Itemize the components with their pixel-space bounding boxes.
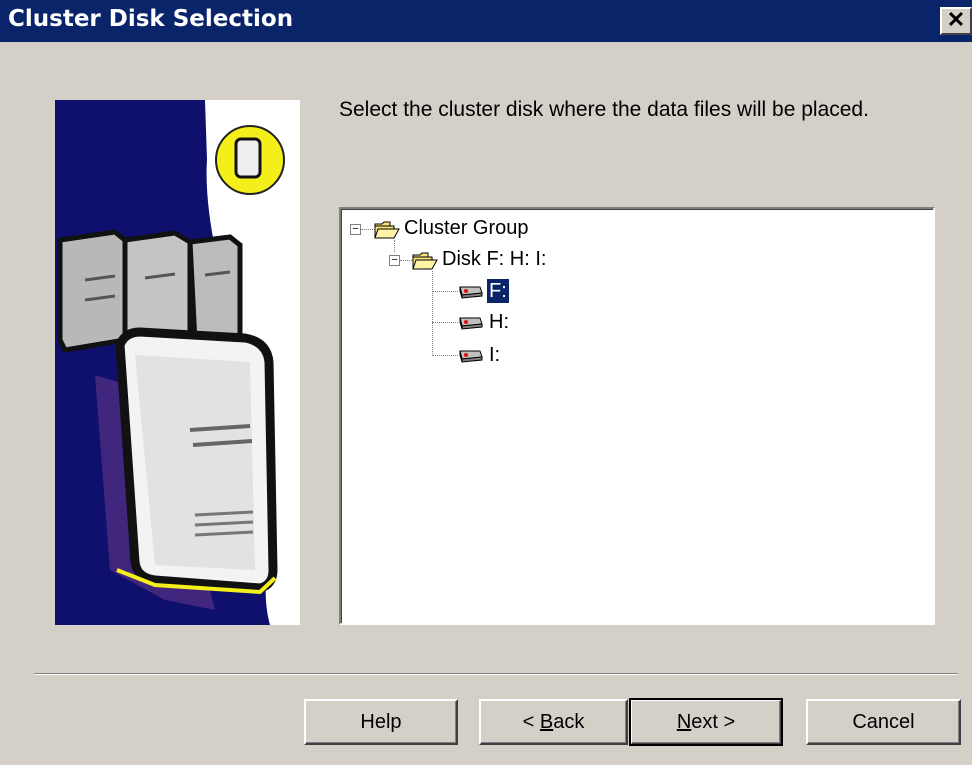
- button-separator: [34, 673, 958, 675]
- next-button-label: Next >: [676, 710, 736, 733]
- instruction-text: Select the cluster disk where the data f…: [339, 98, 869, 121]
- collapse-disk-group-icon[interactable]: −: [389, 255, 400, 266]
- drive-icon: [459, 286, 483, 299]
- title-bar[interactable]: Cluster Disk Selection ✕: [0, 0, 972, 42]
- back-button-label: < Back: [522, 710, 585, 733]
- drive-icon: [459, 317, 483, 330]
- cancel-button[interactable]: Cancel: [806, 699, 961, 745]
- collapse-cluster-group-icon[interactable]: −: [350, 224, 361, 235]
- drive-icon: [459, 350, 483, 363]
- help-button[interactable]: Help: [304, 699, 458, 745]
- folder-open-icon: [412, 252, 438, 270]
- next-button[interactable]: Next >: [629, 698, 783, 746]
- tree-node-disk-group[interactable]: Disk F: H: I:: [440, 247, 548, 271]
- cluster-disk-tree[interactable]: − Cluster Group − Disk F: H: I: F: H: I:: [339, 207, 935, 625]
- tree-node-disk-h[interactable]: H:: [487, 310, 511, 334]
- cluster-disk-selection-dialog: Cluster Disk Selection ✕ Select the clus…: [0, 0, 972, 765]
- folder-open-icon: [374, 221, 400, 239]
- window-title: Cluster Disk Selection: [8, 6, 294, 32]
- tree-node-disk-f[interactable]: F:: [486, 278, 510, 304]
- tree-node-cluster-group[interactable]: Cluster Group: [402, 216, 531, 240]
- wizard-illustration: [55, 100, 300, 625]
- close-icon: ✕: [946, 7, 966, 32]
- close-button[interactable]: ✕: [940, 7, 972, 35]
- tree-node-disk-i[interactable]: I:: [487, 343, 502, 367]
- server-tower-icon: [115, 327, 278, 595]
- back-button[interactable]: < Back: [479, 699, 628, 745]
